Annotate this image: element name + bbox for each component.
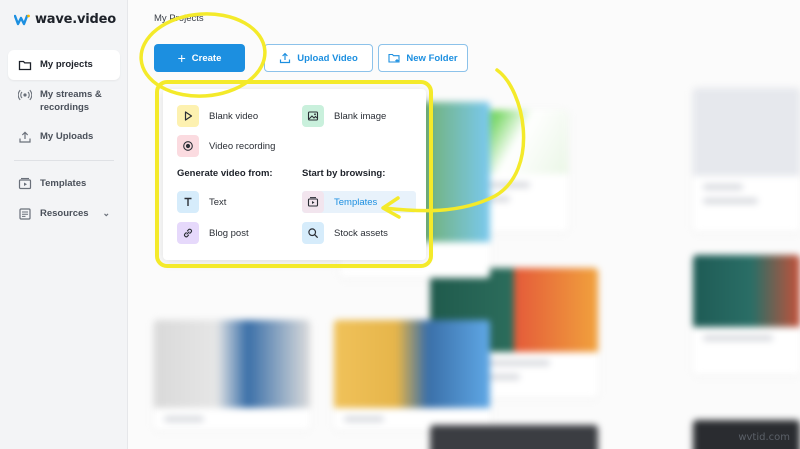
placeholder-line <box>703 335 773 341</box>
breadcrumb[interactable]: My Projects <box>154 13 204 24</box>
sidebar-item-resources[interactable]: Resources ⌄ <box>8 199 120 229</box>
search-icon <box>302 222 324 244</box>
menu-item-label: Blog post <box>209 227 249 239</box>
menu-item-label: Blank video <box>209 110 259 122</box>
sidebar-item-label: Resources <box>40 208 89 219</box>
browse-heading: Start by browsing: <box>302 168 386 179</box>
upload-icon <box>280 52 291 64</box>
broadcast-icon <box>18 89 32 101</box>
create-menu: Blank video Blank image Video recording … <box>163 89 426 260</box>
menu-item-label: Video recording <box>209 140 276 152</box>
sidebar-item-my-uploads[interactable]: My Uploads <box>8 122 120 152</box>
menu-item-video-recording[interactable]: Video recording <box>177 135 283 157</box>
template-icon <box>302 191 324 213</box>
sidebar: wave.video My projects My streams & reco… <box>0 0 128 449</box>
sidebar-item-label: Templates <box>40 178 87 189</box>
menu-item-blank-video[interactable]: Blank video <box>177 105 266 127</box>
project-thumbnail <box>693 255 800 327</box>
menu-item-text[interactable]: Text <box>177 191 234 213</box>
upload-icon <box>19 131 31 143</box>
menu-item-stock-assets[interactable]: Stock assets <box>302 222 396 244</box>
sidebar-item-my-projects[interactable]: My projects <box>8 50 120 80</box>
menu-item-blog-post[interactable]: Blog post <box>177 222 257 244</box>
sidebar-divider <box>14 160 114 161</box>
sidebar-item-label: My streams & recordings <box>40 89 102 113</box>
create-button[interactable]: + Create <box>154 44 245 72</box>
sidebar-item-label: My Uploads <box>40 131 94 142</box>
plus-icon: + <box>177 50 186 66</box>
menu-item-label: Stock assets <box>334 227 388 239</box>
sidebar-nav: My projects My streams & recordings My U… <box>8 50 120 229</box>
sidebar-item-templates[interactable]: Templates <box>8 169 120 199</box>
sidebar-item-label: My projects <box>40 59 93 70</box>
new-folder-label: New Folder <box>406 52 458 64</box>
logo[interactable]: wave.video <box>14 12 116 27</box>
wave-logo-icon <box>14 14 30 25</box>
menu-item-label: Templates <box>334 196 378 208</box>
image-icon <box>302 105 324 127</box>
project-thumbnail <box>693 88 800 176</box>
sidebar-item-my-streams[interactable]: My streams & recordings <box>8 80 120 122</box>
menu-item-blank-image[interactable]: Blank image <box>302 105 394 127</box>
document-icon <box>19 208 31 220</box>
generate-heading: Generate video from: <box>177 168 273 179</box>
template-icon <box>18 177 32 190</box>
play-icon <box>177 105 199 127</box>
logo-text: wave.video <box>35 12 116 27</box>
project-card[interactable] <box>693 255 800 375</box>
placeholder-line <box>164 416 204 422</box>
project-card[interactable] <box>334 320 490 430</box>
project-card[interactable] <box>154 320 310 430</box>
menu-item-label: Text <box>209 196 227 208</box>
project-thumbnail <box>430 425 598 449</box>
upload-video-label: Upload Video <box>297 52 358 64</box>
folder-icon <box>18 60 32 71</box>
placeholder-line <box>703 198 758 204</box>
create-button-label: Create <box>191 52 222 64</box>
text-icon <box>177 191 199 213</box>
menu-item-label: Blank image <box>334 110 387 122</box>
record-icon <box>177 135 199 157</box>
folder-plus-icon <box>388 53 400 63</box>
placeholder-line <box>703 184 743 190</box>
project-card[interactable] <box>430 425 598 449</box>
new-folder-button[interactable]: New Folder <box>378 44 468 72</box>
upload-video-button[interactable]: Upload Video <box>264 44 373 72</box>
project-thumbnail <box>334 320 490 408</box>
menu-item-templates[interactable]: Templates <box>302 191 416 213</box>
project-thumbnail <box>154 320 310 408</box>
chevron-down-icon: ⌄ <box>102 208 110 218</box>
project-card[interactable] <box>693 88 800 232</box>
link-icon <box>177 222 199 244</box>
placeholder-line <box>344 416 384 422</box>
watermark: wvtid.com <box>738 432 790 443</box>
